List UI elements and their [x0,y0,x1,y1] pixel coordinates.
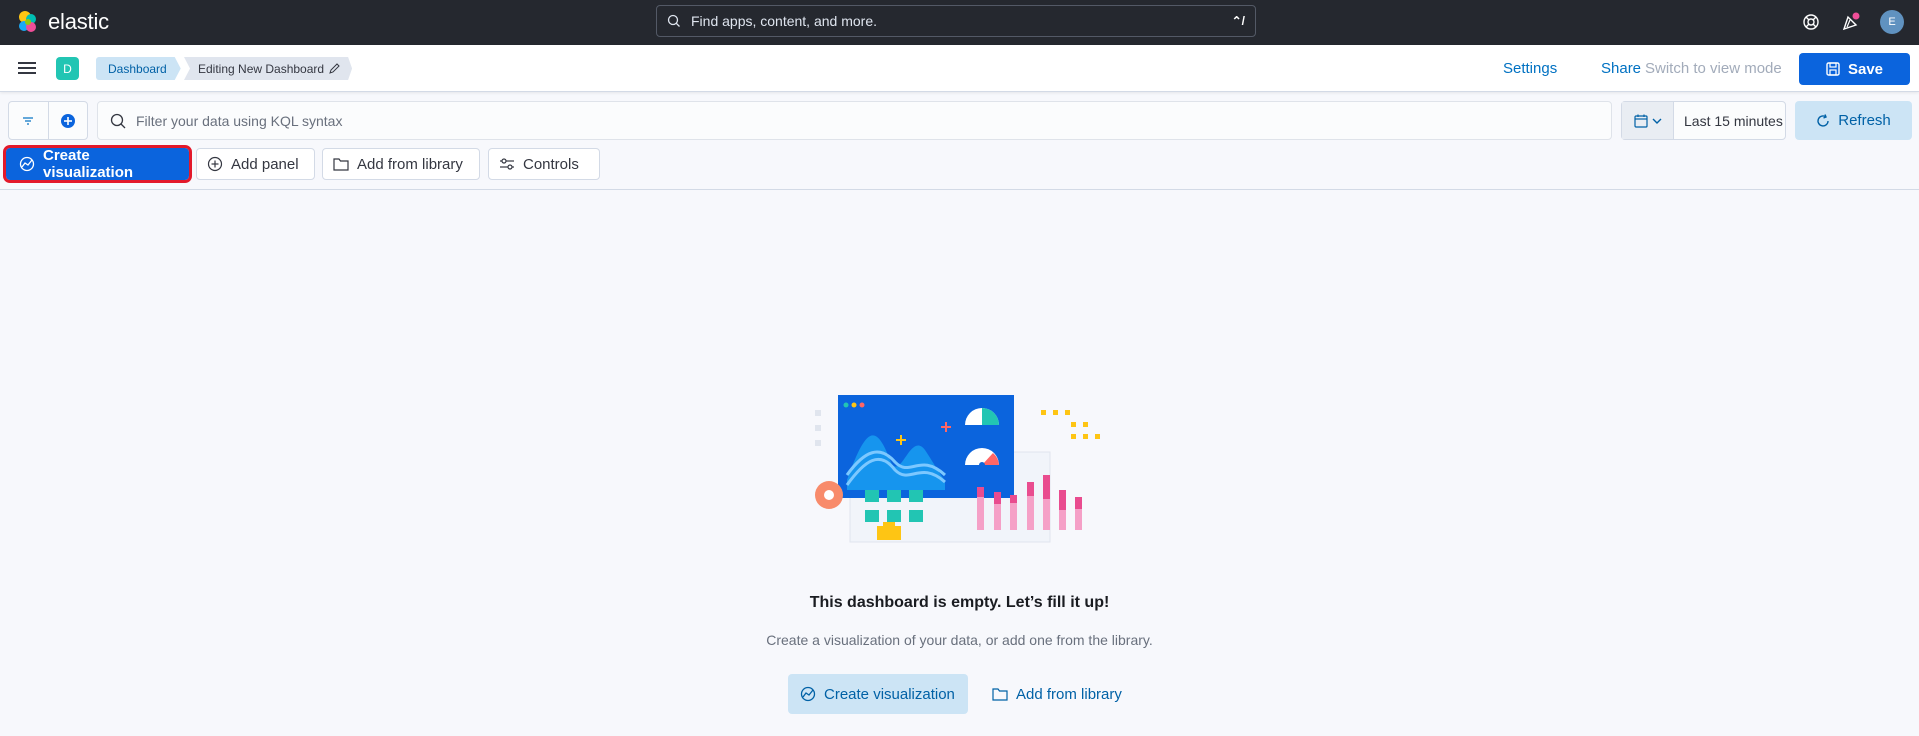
create-visualization-button[interactable]: Create visualization [3,145,192,183]
global-search-input[interactable]: Find apps, content, and more. ⌃/ [656,5,1256,37]
add-filter-button[interactable] [49,102,88,139]
folder-icon [333,157,349,171]
empty-add-from-library-label: Add from library [1016,685,1122,703]
refresh-icon [1816,113,1830,128]
save-icon [1826,62,1840,76]
chevron-down-icon [1652,117,1662,125]
filter-icon [22,116,34,126]
refresh-button-label: Refresh [1838,112,1891,129]
elastic-logo[interactable]: elastic [16,9,109,35]
folder-icon [992,687,1008,701]
global-header: elastic Find apps, content, and more. ⌃/… [0,0,1919,45]
add-from-library-label: Add from library [357,155,463,173]
switch-to-view-mode-button[interactable]: Switch to view mode [1645,60,1782,77]
add-from-library-button[interactable]: Add from library [322,148,480,180]
refresh-button[interactable]: Refresh [1795,101,1912,140]
query-bar: Filter your data using KQL syntax Last 1… [0,92,1919,142]
empty-state-title: This dashboard is empty. Let’s fill it u… [809,594,1110,611]
news-feed-icon[interactable] [1840,11,1862,33]
time-range-label[interactable]: Last 15 minutes [1684,113,1783,129]
breadcrumb-current[interactable]: Editing New Dashboard [184,57,352,80]
kql-search-input[interactable]: Filter your data using KQL syntax [97,101,1612,140]
empty-state-subtitle: Create a visualization of your data, or … [766,632,1153,648]
search-icon [110,113,126,129]
filter-button-group [8,101,88,140]
search-shortcut-hint: ⌃/ [1231,14,1245,28]
breadcrumb-current-label: Editing New Dashboard [198,61,325,76]
global-search-placeholder: Find apps, content, and more. [691,13,877,29]
calendar-icon [1633,114,1648,128]
date-picker: Last 15 minutes [1621,101,1786,140]
filter-options-button[interactable] [9,102,49,139]
quick-date-menu-button[interactable] [1622,102,1674,139]
dashboard-toolbar: Create visualization Add panel Add from … [0,142,1919,190]
empty-dashboard-illustration [805,390,1115,550]
controls-icon [499,158,515,170]
visualize-icon [800,686,816,702]
empty-create-visualization-button[interactable]: Create visualization [788,674,968,714]
pencil-icon [329,63,340,74]
help-icon[interactable] [1800,11,1822,33]
create-visualization-label: Create visualization [43,147,134,181]
controls-button[interactable]: Controls [488,148,600,180]
visualize-icon [19,156,35,172]
settings-button[interactable]: Settings [1503,60,1557,77]
plus-in-circle-icon [207,156,223,172]
breadcrumb-dashboard[interactable]: Dashboard [96,57,181,80]
plus-in-circle-icon [60,113,76,129]
app-bar: D Dashboard Editing New Dashboard Settin… [0,45,1919,92]
user-avatar[interactable]: E [1880,10,1904,34]
empty-add-from-library-button[interactable]: Add from library [980,674,1134,714]
save-button-label: Save [1847,60,1884,78]
search-icon [667,14,681,28]
logo-text: elastic [48,9,109,34]
controls-label: Controls [523,155,579,173]
elastic-logo-icon [16,10,40,34]
add-panel-button[interactable]: Add panel [196,148,315,180]
save-button[interactable]: Save [1799,53,1910,85]
share-button[interactable]: Share [1601,60,1641,77]
add-panel-label: Add panel [231,155,299,173]
kql-search-placeholder: Filter your data using KQL syntax [136,112,343,129]
menu-toggle-icon[interactable] [18,60,36,81]
empty-create-visualization-label: Create visualization [824,685,955,703]
space-avatar[interactable]: D [56,57,79,80]
